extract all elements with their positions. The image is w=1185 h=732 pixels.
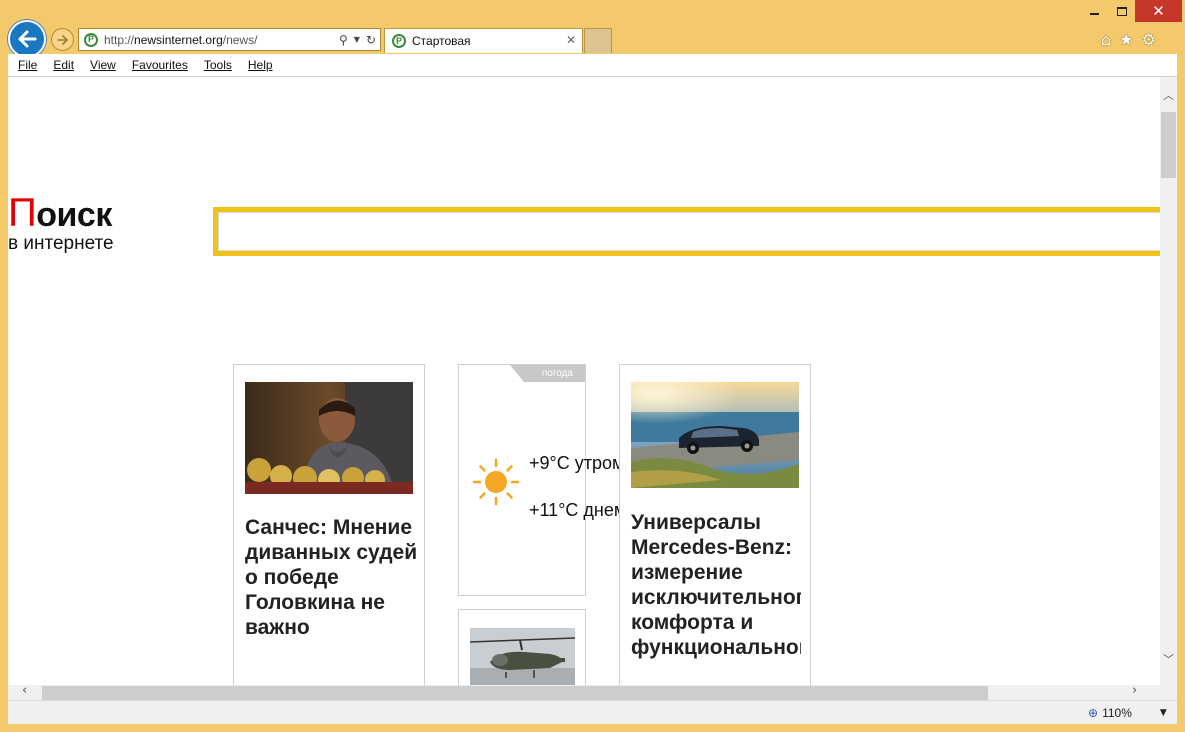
tab-close-icon[interactable]: ✕ <box>566 33 576 47</box>
home-icon[interactable]: ⌂ <box>1101 30 1111 49</box>
minimize-button[interactable] <box>1081 0 1108 22</box>
news-headline-text: Универсалы Mercedes-Benz: измерение искл… <box>631 511 801 659</box>
weather-day: +11°C днем <box>529 500 627 520</box>
refresh-icon[interactable]: ↻ <box>366 33 376 47</box>
zoom-level: 110% <box>1102 706 1132 720</box>
status-bar: ⊕ 110% ▼ <box>8 700 1177 724</box>
weather-tag: погода <box>510 365 585 382</box>
horizontal-scrollbar[interactable]: ‹ › <box>8 683 1160 700</box>
vertical-scrollbar[interactable]: ︿ ﹀ <box>1160 77 1177 685</box>
zoom-control[interactable]: ⊕ 110% ▼ <box>1088 706 1167 720</box>
menu-help[interactable]: Help <box>248 58 273 72</box>
browser-window: ✕ P http://newsinternet.org/news/ ⚲ ▼ ↻ … <box>0 0 1185 732</box>
menu-edit-label: Edit <box>53 58 75 72</box>
scroll-left-icon[interactable]: ‹ <box>22 683 27 698</box>
logo-subtitle: в интернете <box>8 233 114 254</box>
favorites-star-icon[interactable]: ★ <box>1119 30 1133 49</box>
zoom-icon: ⊕ <box>1088 706 1099 720</box>
arrow-left-icon <box>18 30 37 48</box>
site-favicon-icon: P <box>84 32 98 47</box>
maximize-button[interactable] <box>1108 0 1135 22</box>
menu-edit[interactable]: Edit <box>53 58 74 72</box>
close-button[interactable]: ✕ <box>1135 0 1182 22</box>
scroll-corner <box>1160 685 1177 700</box>
settings-gear-icon[interactable]: ⚙ <box>1142 30 1156 49</box>
maximize-icon <box>1116 6 1127 16</box>
new-tab-button[interactable] <box>584 28 612 53</box>
page-viewport: Поиск в интернете Санчес: Мнение диванны… <box>8 77 1177 700</box>
url-host: newsinternet.org <box>134 32 223 47</box>
logo-first-letter: П <box>8 191 37 235</box>
weather-card[interactable]: погода +9°C утром +11°C днем <box>458 364 626 596</box>
menu-view-label: View <box>90 58 116 72</box>
menu-file[interactable]: File <box>18 58 37 72</box>
tab-favicon-icon: P <box>392 34 406 48</box>
url-prefix: http:// <box>104 32 135 47</box>
news-headline[interactable]: Универсалы Mercedes-Benz: измерение искл… <box>631 510 801 660</box>
helicopter-photo-image <box>470 628 575 688</box>
scroll-up-icon[interactable]: ︿ <box>1160 87 1177 103</box>
news-photo[interactable] <box>470 628 575 688</box>
minimize-icon <box>1090 13 1099 15</box>
news-card[interactable] <box>458 609 586 689</box>
horizontal-scroll-thumb[interactable] <box>42 686 988 700</box>
news-card[interactable]: Санчес: Мнение диванных судей о победе Г… <box>233 364 425 689</box>
menu-bar: File Edit View Favourites Tools Help <box>8 54 1177 77</box>
arrow-right-icon <box>56 34 68 45</box>
news-photo-image <box>245 382 413 494</box>
sun-icon <box>472 458 520 506</box>
menu-tools[interactable]: Tools <box>204 58 232 72</box>
url-text[interactable]: http://newsinternet.org/news/ <box>104 33 257 47</box>
search-box <box>213 207 1173 256</box>
news-photo[interactable] <box>245 382 413 494</box>
tab-start[interactable]: P Стартовая ✕ <box>384 28 583 53</box>
vertical-scroll-thumb[interactable] <box>1161 112 1176 178</box>
news-card[interactable]: Универсалы Mercedes-Benz: измерение искл… <box>619 364 811 689</box>
forward-button[interactable] <box>51 28 74 51</box>
scroll-down-icon[interactable]: ﹀ <box>1160 651 1177 667</box>
url-path: /news/ <box>222 32 258 47</box>
address-bar[interactable]: P http://newsinternet.org/news/ ⚲ ▼ ↻ <box>78 28 381 51</box>
news-headline[interactable]: Санчес: Мнение диванных судей о победе Г… <box>245 515 420 640</box>
site-logo[interactable]: Поиск в интернете <box>8 193 138 263</box>
search-icon[interactable]: ⚲ <box>339 33 348 47</box>
zoom-dropdown-icon[interactable]: ▼ <box>1160 708 1167 718</box>
menu-help-label: Help <box>247 58 273 72</box>
search-input[interactable] <box>218 212 1173 251</box>
logo-rest: оиск <box>36 196 112 234</box>
menu-favourites-label: Favourites <box>131 58 188 72</box>
news-photo[interactable] <box>631 382 799 488</box>
back-button[interactable] <box>8 20 46 58</box>
dropdown-icon[interactable]: ▼ <box>354 35 360 44</box>
menu-favourites[interactable]: Favourites <box>132 58 188 72</box>
tab-title: Стартовая <box>412 34 471 48</box>
scroll-right-icon[interactable]: › <box>1132 683 1137 698</box>
weather-morning: +9°C утром <box>529 453 625 473</box>
menu-file-label: File <box>18 58 38 72</box>
menu-tools-label: Tools <box>203 58 232 72</box>
logo-title: Поиск <box>8 193 112 235</box>
menu-view[interactable]: View <box>90 58 116 72</box>
close-icon: ✕ <box>1152 2 1165 20</box>
car-photo-image <box>631 382 799 488</box>
